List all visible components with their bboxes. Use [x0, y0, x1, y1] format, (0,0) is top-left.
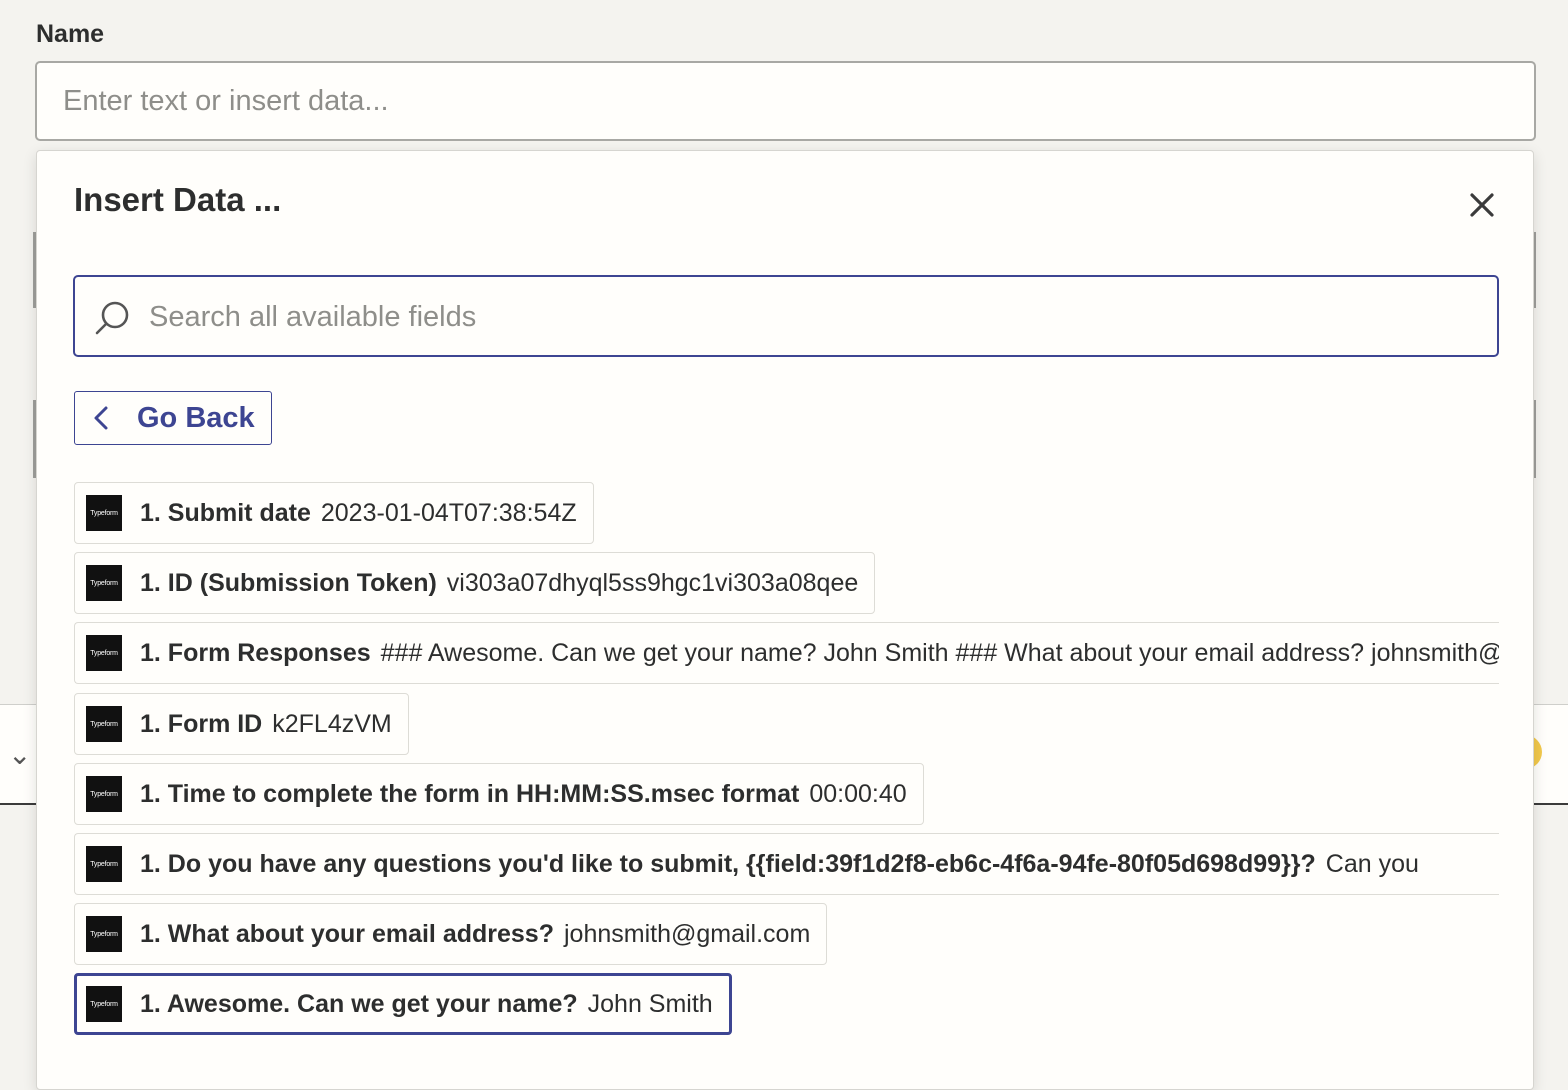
typeform-logo-icon: Typeform	[86, 635, 122, 671]
field-option-label: 1. Form ID	[140, 709, 263, 738]
field-option[interactable]: Typeform 1. Time to complete the form in…	[74, 763, 924, 825]
field-option[interactable]: Typeform 1. Do you have any questions yo…	[74, 833, 1499, 895]
search-box	[73, 275, 1499, 357]
field-option-value: Can you	[1325, 849, 1419, 878]
close-button[interactable]	[1462, 185, 1502, 225]
field-option[interactable]: Typeform 1. ID (Submission Token) vi303a…	[74, 552, 876, 614]
field-option-value: 2023-01-04T07:38:54Z	[320, 498, 577, 527]
field-option-label: 1. Do you have any questions you'd like …	[140, 849, 1316, 878]
field-option-value: johnsmith@gmail.com	[563, 919, 811, 948]
field-option-label: 1. Awesome. Can we get your name?	[140, 989, 578, 1018]
field-option[interactable]: Typeform 1. What about your email addres…	[74, 903, 828, 965]
typeform-logo-icon: Typeform	[86, 846, 122, 882]
field-option[interactable]: Typeform 1. Form ID k2FL4zVM	[74, 693, 409, 755]
typeform-logo-icon: Typeform	[86, 776, 122, 812]
search-input[interactable]	[147, 291, 1481, 343]
field-option-value: John Smith	[587, 989, 713, 1018]
field-option-label: 1. Form Responses	[140, 638, 371, 667]
typeform-logo-icon: Typeform	[86, 916, 122, 952]
popup-title: Insert Data ...	[74, 181, 282, 218]
go-back-label: Go Back	[137, 401, 255, 434]
chevron-left-icon	[94, 406, 108, 430]
search-icon	[95, 301, 129, 335]
typeform-logo-icon: Typeform	[86, 706, 122, 742]
field-option-label: 1. Time to complete the form in HH:MM:SS…	[140, 779, 800, 808]
name-field-label: Name	[36, 20, 105, 48]
insert-data-popup: Insert Data ... Go Back Typeform 1. Subm…	[36, 150, 1534, 1090]
field-option-value: vi303a07dhyql5ss9hgc1vi303a08qee	[446, 568, 859, 597]
go-back-button[interactable]: Go Back	[74, 391, 272, 445]
typeform-logo-icon: Typeform	[86, 565, 122, 601]
typeform-logo-icon: Typeform	[86, 986, 122, 1022]
field-option-value: k2FL4zVM	[272, 709, 392, 738]
typeform-logo-icon: Typeform	[86, 495, 122, 531]
chevron-down-icon[interactable]: ⌄	[8, 738, 31, 771]
field-option[interactable]: Typeform 1. Form Responses ### Awesome. …	[74, 622, 1499, 684]
field-option[interactable]: Typeform 1. Submit date 2023-01-04T07:38…	[74, 482, 594, 544]
field-option-value: ### Awesome. Can we get your name? John …	[380, 638, 1499, 667]
field-option-label: 1. What about your email address?	[140, 919, 554, 948]
field-option-label: 1. ID (Submission Token)	[140, 568, 437, 597]
name-input[interactable]	[35, 61, 1536, 141]
close-icon	[1470, 193, 1494, 217]
field-option-selected[interactable]: Typeform 1. Awesome. Can we get your nam…	[74, 973, 732, 1035]
field-option-label: 1. Submit date	[140, 498, 311, 527]
field-option-value: 00:00:40	[809, 779, 907, 808]
